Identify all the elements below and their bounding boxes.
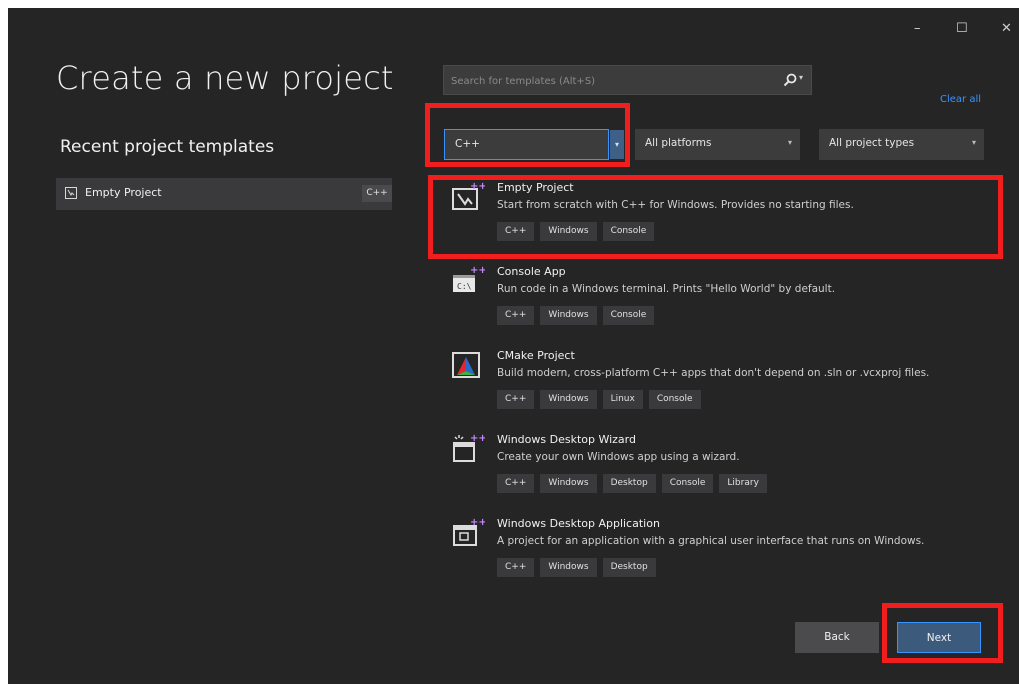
tag: C++ xyxy=(497,474,535,493)
template-tags: C++ Windows Desktop Console Library xyxy=(497,474,767,493)
template-name: Windows Desktop Application xyxy=(497,517,660,530)
tag: Library xyxy=(719,474,767,493)
chevron-down-icon: ▾ xyxy=(971,138,976,147)
tag: Console xyxy=(661,474,714,493)
search-icon[interactable] xyxy=(782,72,798,88)
search-input[interactable] xyxy=(444,66,753,96)
tag: Windows xyxy=(540,474,597,493)
close-button[interactable]: ✕ xyxy=(1001,22,1012,36)
back-button[interactable]: Back xyxy=(795,622,879,653)
tag: Linux xyxy=(602,390,643,409)
svg-text:++: ++ xyxy=(470,433,485,444)
template-description: A project for an application with a grap… xyxy=(497,535,925,547)
svg-text:++: ++ xyxy=(470,265,485,276)
highlight-box-empty-project xyxy=(428,175,1003,259)
tag: Console xyxy=(602,306,655,325)
highlight-box-next-button xyxy=(882,603,1003,663)
template-tags: C++ Windows Linux Console xyxy=(497,390,701,409)
tag: Windows xyxy=(540,306,597,325)
platform-filter-value: All platforms xyxy=(645,137,712,149)
svg-text:C:\: C:\ xyxy=(457,282,472,291)
maximize-button[interactable]: ☐ xyxy=(956,22,968,36)
svg-text:++: ++ xyxy=(470,517,485,528)
console-app-icon: C:\ ++ xyxy=(453,265,485,292)
search-dropdown-icon[interactable]: ▾ xyxy=(799,73,803,82)
template-name: CMake Project xyxy=(497,349,575,362)
tag: Windows xyxy=(540,558,597,577)
template-search: ▾ xyxy=(443,65,812,96)
tag: C++ xyxy=(497,558,535,577)
tag: C++ xyxy=(497,306,535,325)
recent-item-empty-project[interactable]: Empty Project C++ xyxy=(56,178,392,210)
highlight-box-language-filter xyxy=(425,103,630,167)
template-description: Run code in a Windows terminal. Prints "… xyxy=(497,283,836,295)
project-type-filter-value: All project types xyxy=(829,137,915,149)
tag: Desktop xyxy=(602,558,656,577)
tag: Windows xyxy=(540,390,597,409)
desktop-app-icon: ++ xyxy=(453,517,485,546)
template-name: Console App xyxy=(497,265,566,278)
page-title: Create a new project xyxy=(56,59,394,97)
chevron-down-icon: ▾ xyxy=(787,138,792,147)
template-tags: C++ Windows Console xyxy=(497,306,655,325)
empty-project-icon xyxy=(65,187,77,199)
minimize-button[interactable]: – xyxy=(914,22,921,36)
tag: Desktop xyxy=(602,474,656,493)
clear-all-link[interactable]: Clear all xyxy=(940,94,981,105)
recent-item-label: Empty Project xyxy=(85,186,162,199)
language-badge: C++ xyxy=(362,185,392,202)
template-description: Create your own Windows app using a wiza… xyxy=(497,451,740,463)
platform-filter[interactable]: All platforms ▾ xyxy=(635,129,800,160)
project-type-filter[interactable]: All project types ▾ xyxy=(819,129,984,160)
template-description: Build modern, cross-platform C++ apps th… xyxy=(497,367,930,379)
tag: C++ xyxy=(497,390,535,409)
template-name: Windows Desktop Wizard xyxy=(497,433,636,446)
recent-templates-heading: Recent project templates xyxy=(60,137,275,157)
wizard-icon: ++ xyxy=(453,433,485,462)
template-tags: C++ Windows Desktop xyxy=(497,558,656,577)
tag: Console xyxy=(648,390,701,409)
cmake-icon xyxy=(452,352,480,378)
